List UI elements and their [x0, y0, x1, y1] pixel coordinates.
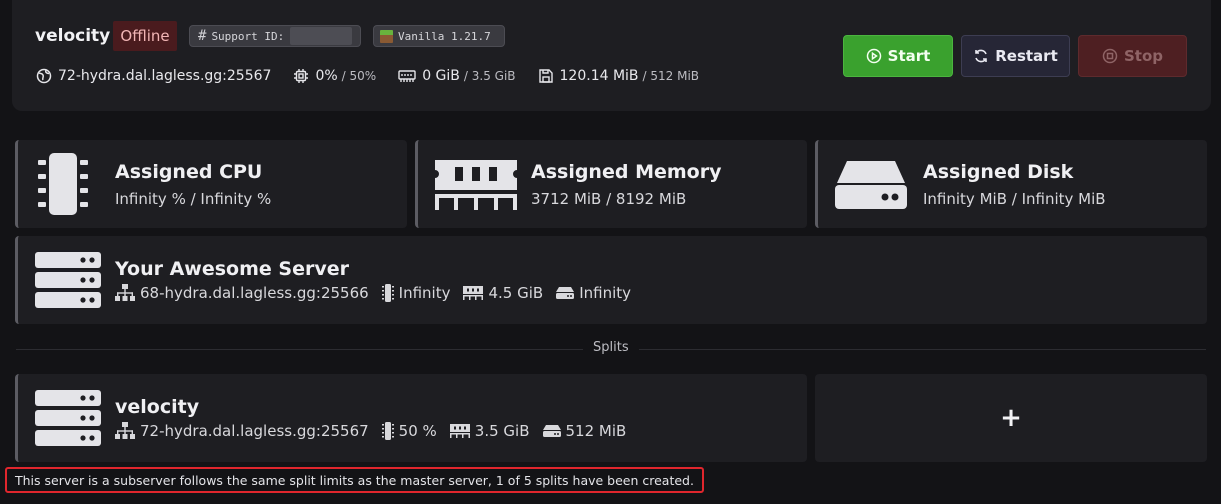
hard-drive-icon	[835, 161, 907, 209]
network-icon	[115, 284, 135, 301]
version-badge: Vanilla 1.21.7	[373, 25, 505, 47]
assigned-disk-value: Infinity MiB / Infinity MiB	[923, 190, 1106, 208]
server-name: velocity	[35, 26, 111, 46]
split-card[interactable]: velocity 72-hydra.dal.lagless.gg:25567 5…	[15, 374, 807, 462]
restart-button[interactable]: Restart	[961, 35, 1070, 77]
split-address: 72-hydra.dal.lagless.gg:25567	[115, 422, 369, 440]
memory-small-icon	[449, 424, 470, 438]
globe-icon	[36, 68, 52, 84]
assigned-cpu-value: Infinity % / Infinity %	[115, 190, 272, 208]
split-disk: 512 MiB	[542, 422, 627, 440]
disk-small-icon	[542, 425, 561, 437]
split-memory-text: 3.5 GiB	[474, 422, 530, 440]
master-server-name: Your Awesome Server	[115, 258, 349, 280]
subserver-notice-text: This server is a subserver follows the s…	[15, 472, 694, 488]
save-disk-icon	[538, 69, 553, 83]
splits-label: Splits	[583, 340, 639, 355]
master-cpu: Infinity	[381, 284, 451, 302]
split-disk-text: 512 MiB	[565, 422, 627, 440]
disk-value: 120.14 MiB	[559, 68, 639, 84]
split-address-text: 72-hydra.dal.lagless.gg:25567	[140, 422, 369, 440]
play-circle-icon	[866, 48, 881, 64]
cpu-value: 0%	[315, 68, 338, 84]
restart-label: Restart	[995, 47, 1058, 65]
disk-stat: 120.14 MiB / 512 MiB	[538, 68, 700, 84]
stop-label: Stop	[1123, 47, 1164, 65]
server-stats: 72-hydra.dal.lagless.gg:25567 0% / 50% 0…	[36, 66, 721, 86]
stop-button[interactable]: Stop	[1078, 35, 1187, 77]
master-address-text: 68-hydra.dal.lagless.gg:25566	[140, 284, 369, 302]
grass-block-icon	[380, 29, 393, 43]
cpu-chip-icon	[38, 153, 88, 215]
server-stack-icon	[35, 252, 101, 308]
split-cpu: 50 %	[381, 422, 437, 440]
memory-icon	[398, 70, 416, 82]
assigned-cpu-title: Assigned CPU	[115, 161, 263, 183]
memory-small-icon	[463, 286, 484, 300]
version-label: Vanilla 1.21.7	[398, 29, 491, 43]
master-disk: Infinity	[556, 284, 631, 302]
disk-limit: / 512 MiB	[642, 69, 700, 83]
master-address: 68-hydra.dal.lagless.gg:25566	[115, 284, 369, 302]
split-name: velocity	[115, 396, 200, 418]
ram-stick-icon	[435, 160, 517, 210]
split-meta: 72-hydra.dal.lagless.gg:25567 50 % 3.5 G…	[115, 422, 639, 440]
memory-limit: / 3.5 GiB	[463, 69, 516, 83]
plus-icon: +	[1000, 403, 1022, 433]
address-stat[interactable]: 72-hydra.dal.lagless.gg:25567	[36, 68, 271, 84]
refresh-icon	[975, 49, 988, 63]
master-memory-text: 4.5 GiB	[488, 284, 544, 302]
assigned-memory-card: Assigned Memory 3712 MiB / 8192 MiB	[415, 140, 807, 228]
add-split-button[interactable]: +	[815, 374, 1207, 462]
master-cpu-text: Infinity	[398, 284, 451, 302]
address-text: 72-hydra.dal.lagless.gg:25567	[58, 68, 272, 84]
start-button[interactable]: Start	[843, 35, 953, 77]
split-cpu-text: 50 %	[398, 422, 437, 440]
cpu-small-icon	[381, 284, 394, 302]
assigned-cpu-card: Assigned CPU Infinity % / Infinity %	[15, 140, 407, 228]
assigned-memory-title: Assigned Memory	[531, 161, 722, 183]
subserver-notice: This server is a subserver follows the s…	[5, 467, 704, 493]
server-header: velocity Offline # Support ID: Vanilla 1…	[12, 0, 1211, 111]
master-server-meta: 68-hydra.dal.lagless.gg:25566 Infinity 4…	[115, 284, 644, 302]
support-id-redacted	[290, 27, 353, 45]
cpu-limit: / 50%	[341, 69, 377, 83]
disk-small-icon	[556, 287, 575, 299]
assigned-disk-title: Assigned Disk	[923, 161, 1074, 183]
cpu-small-icon	[381, 422, 394, 440]
assigned-disk-card: Assigned Disk Infinity MiB / Infinity Mi…	[815, 140, 1207, 228]
cpu-icon	[294, 69, 309, 83]
status-badge: Offline	[113, 21, 177, 51]
network-icon	[115, 422, 135, 439]
memory-stat: 0 GiB / 3.5 GiB	[398, 68, 516, 84]
stop-circle-icon	[1102, 48, 1118, 64]
support-id-label: Support ID:	[211, 29, 285, 43]
master-disk-text: Infinity	[579, 284, 632, 302]
split-memory: 3.5 GiB	[449, 422, 530, 440]
start-label: Start	[887, 47, 931, 65]
master-memory: 4.5 GiB	[463, 284, 543, 302]
master-server-card[interactable]: Your Awesome Server 68-hydra.dal.lagless…	[15, 236, 1207, 324]
cpu-stat: 0% / 50%	[293, 68, 376, 84]
hash-icon: #	[198, 28, 207, 44]
support-id-badge[interactable]: # Support ID:	[189, 25, 361, 47]
server-stack-icon	[35, 390, 101, 446]
assigned-memory-value: 3712 MiB / 8192 MiB	[531, 190, 687, 208]
memory-value: 0 GiB	[422, 68, 460, 84]
